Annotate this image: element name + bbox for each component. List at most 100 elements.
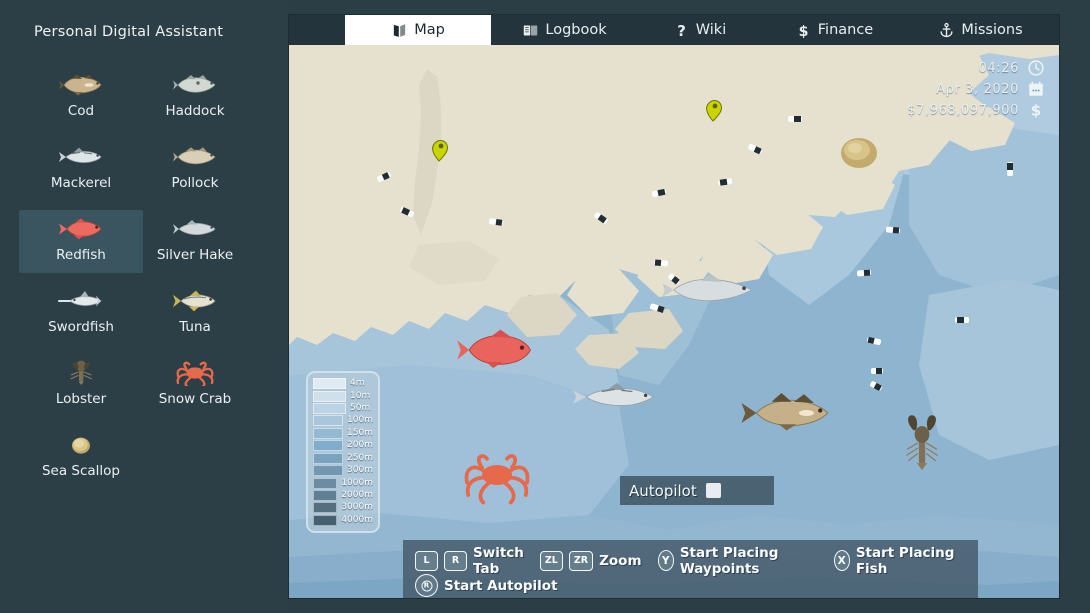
- autopilot-toggle[interactable]: [706, 483, 721, 498]
- depth-swatch: [313, 502, 337, 513]
- depth-label: 4m: [350, 378, 365, 389]
- species-label: Haddock: [165, 103, 224, 119]
- depth-legend-row: 1000m: [313, 477, 373, 488]
- tab-finance[interactable]: $ Finance: [761, 15, 907, 45]
- button-glyph-r[interactable]: R: [444, 551, 467, 571]
- hud-money-row: $7,968,097,900 $: [907, 101, 1045, 119]
- depth-label: 150m: [347, 428, 373, 439]
- tab-wiki[interactable]: ?Wiki: [638, 15, 761, 45]
- depth-legend-row: 3000m: [313, 502, 373, 513]
- button-glyph-x[interactable]: X: [834, 550, 850, 571]
- book-icon: [522, 22, 539, 39]
- button-glyph-zr[interactable]: ZR: [569, 551, 593, 571]
- control-hint-label: Start Autopilot: [444, 578, 558, 594]
- button-glyph-y[interactable]: Y: [658, 550, 674, 571]
- map-icon: [391, 22, 408, 39]
- button-glyph-zl[interactable]: ZL: [540, 551, 563, 571]
- cod-icon: [58, 70, 104, 100]
- control-hint-label: Switch Tab: [473, 545, 524, 577]
- tab-label: Logbook: [545, 22, 606, 38]
- hud-date-row: Apr 3, 2020: [936, 80, 1045, 98]
- control-hint-label: Zoom: [599, 553, 641, 569]
- species-label: Tuna: [179, 319, 211, 335]
- snow-crab-icon: [172, 358, 218, 388]
- species-item-cod[interactable]: Cod: [19, 66, 143, 129]
- control-hints-row: LRSwitch TabZLZRZoomYStart Placing Waypo…: [415, 548, 966, 573]
- tab-label: Wiki: [696, 22, 726, 38]
- hud-money: $7,968,097,900: [907, 103, 1019, 118]
- button-glyph-l[interactable]: L: [415, 551, 438, 571]
- map-markers[interactable]: [289, 45, 1059, 598]
- page-title: Personal Digital Assistant: [34, 24, 223, 40]
- control-hints-row: R Start Autopilot: [415, 573, 966, 598]
- sea-scallop-icon: [58, 430, 104, 460]
- hud-date: Apr 3, 2020: [936, 82, 1019, 97]
- depth-label: 10m: [350, 391, 370, 402]
- species-item-haddock[interactable]: Haddock: [133, 66, 257, 129]
- control-hint[interactable]: XStart Placing Fish: [834, 545, 957, 577]
- species-item-mackerel[interactable]: Mackerel: [19, 138, 143, 201]
- dollar-icon: $: [795, 22, 812, 39]
- control-hints-bar: LR Switch Tab ZL ZR Zoom YStart Placing Waypo…: [403, 540, 978, 598]
- depth-legend-row: 300m: [313, 465, 373, 476]
- depth-label: 250m: [347, 453, 373, 464]
- tab-logbook[interactable]: Logbook: [491, 15, 638, 45]
- map-fish-snow-crab: [467, 456, 528, 503]
- map-fish-cod: [742, 393, 828, 431]
- control-hint[interactable]: LR Switch Tab: [415, 545, 524, 577]
- species-item-tuna[interactable]: Tuna: [133, 282, 257, 345]
- species-label: Pollock: [172, 175, 219, 191]
- map-canvas[interactable]: 4m10m50m100m150m200m250m300m1000m2000m30…: [289, 45, 1059, 598]
- species-item-pollock[interactable]: Pollock: [133, 138, 257, 201]
- species-grid: Cod Haddock Mackerel Pollock: [40, 66, 264, 489]
- depth-label: 50m: [350, 403, 370, 414]
- species-label: Cod: [68, 103, 94, 119]
- control-hint[interactable]: ZL ZR Zoom: [540, 551, 642, 571]
- species-label: Mackerel: [51, 175, 111, 191]
- mackerel-icon: [58, 142, 104, 172]
- species-label: Redfish: [56, 247, 106, 263]
- stick-glyph-r[interactable]: R: [415, 574, 438, 597]
- depth-label: 4000m: [341, 515, 373, 526]
- waypoint-pin: [707, 101, 722, 121]
- species-item-sea-scallop[interactable]: Sea Scallop: [19, 426, 143, 489]
- redfish-icon: [58, 214, 104, 244]
- depth-swatch: [313, 465, 343, 476]
- tab-map[interactable]: Map: [345, 15, 491, 45]
- tab-missions[interactable]: Missions: [907, 15, 1054, 45]
- dollar-icon: $: [1027, 101, 1045, 119]
- clock-icon: [1027, 59, 1045, 77]
- svg-text:$: $: [1031, 101, 1041, 119]
- tab-label: Finance: [818, 22, 873, 38]
- control-hint[interactable]: R Start Autopilot: [415, 574, 558, 597]
- map-fish-mackerel: [573, 383, 653, 406]
- depth-label: 3000m: [341, 502, 373, 513]
- hud-time-row: 04:26: [979, 59, 1045, 77]
- species-item-silver-hake[interactable]: Silver Hake: [133, 210, 257, 273]
- depth-swatch: [313, 428, 343, 439]
- control-hint[interactable]: YStart Placing Waypoints: [658, 545, 818, 577]
- tab-bar[interactable]: Map Logbook ?Wiki $ Finance Missions: [289, 15, 1059, 45]
- species-item-swordfish[interactable]: Swordfish: [19, 282, 143, 345]
- species-label: Snow Crab: [159, 391, 232, 407]
- waypoint-pin: [433, 141, 448, 161]
- species-item-snow-crab[interactable]: Snow Crab: [133, 354, 257, 417]
- application-window: Personal Digital Assistant Cod Haddock: [0, 0, 1090, 613]
- autopilot-widget[interactable]: Autopilot: [620, 476, 774, 505]
- species-label: Silver Hake: [157, 247, 233, 263]
- depth-legend-row: 100m: [313, 415, 373, 426]
- species-item-lobster[interactable]: Lobster: [19, 354, 143, 417]
- depth-legend: 4m10m50m100m150m200m250m300m1000m2000m30…: [306, 371, 380, 533]
- depth-legend-row: 2000m: [313, 490, 373, 501]
- anchor-icon: [938, 22, 955, 39]
- hud-status: 04:26 Apr 3, 2020: [907, 59, 1045, 119]
- depth-swatch: [313, 415, 343, 426]
- depth-legend-row: 4000m: [313, 515, 373, 526]
- haddock-icon: [172, 70, 218, 100]
- depth-swatch: [313, 515, 337, 526]
- species-item-redfish[interactable]: Redfish: [19, 210, 143, 273]
- depth-legend-row: 4m: [313, 378, 373, 389]
- depth-label: 2000m: [341, 490, 373, 501]
- depth-label: 100m: [347, 415, 373, 426]
- depth-swatch: [313, 403, 346, 414]
